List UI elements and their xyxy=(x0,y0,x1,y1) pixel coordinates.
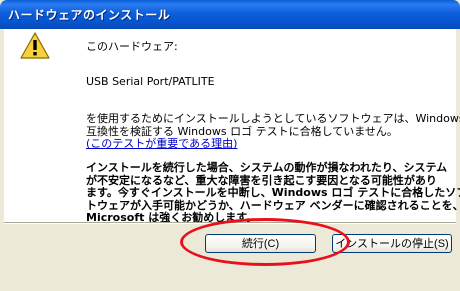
risk-warning-line: インストールを続行した場合、システムの動作が損なわれたり、システム xyxy=(86,161,448,174)
installer-dialog: ハードウェアのインストール このハードウェア: USB Serial Port/… xyxy=(0,0,460,291)
device-name: USB Serial Port/PATLITE xyxy=(86,75,215,88)
stop-installation-button[interactable]: インストールの停止(S) xyxy=(332,234,452,253)
logo-test-warning-line: を使用するためにインストールしようとしているソフトウェアは、Windows XP… xyxy=(86,112,460,125)
continue-risk-warning: インストールを続行した場合、システムの動作が損なわれたり、システム が不安定にな… xyxy=(86,161,460,225)
intro-text: このハードウェア: xyxy=(86,40,178,53)
separator-highlight xyxy=(4,223,456,224)
continue-button[interactable]: 続行(C) xyxy=(205,234,316,253)
warning-icon xyxy=(20,32,50,59)
why-test-important-link[interactable]: (このテストが重要である理由) xyxy=(86,135,237,151)
risk-warning-line: ます。今すぐインストールを中断し、Windows ロゴ テストに合格したソフ xyxy=(86,186,460,199)
title-bar[interactable]: ハードウェアのインストール xyxy=(0,0,460,29)
window-title: ハードウェアのインストール xyxy=(8,8,171,22)
